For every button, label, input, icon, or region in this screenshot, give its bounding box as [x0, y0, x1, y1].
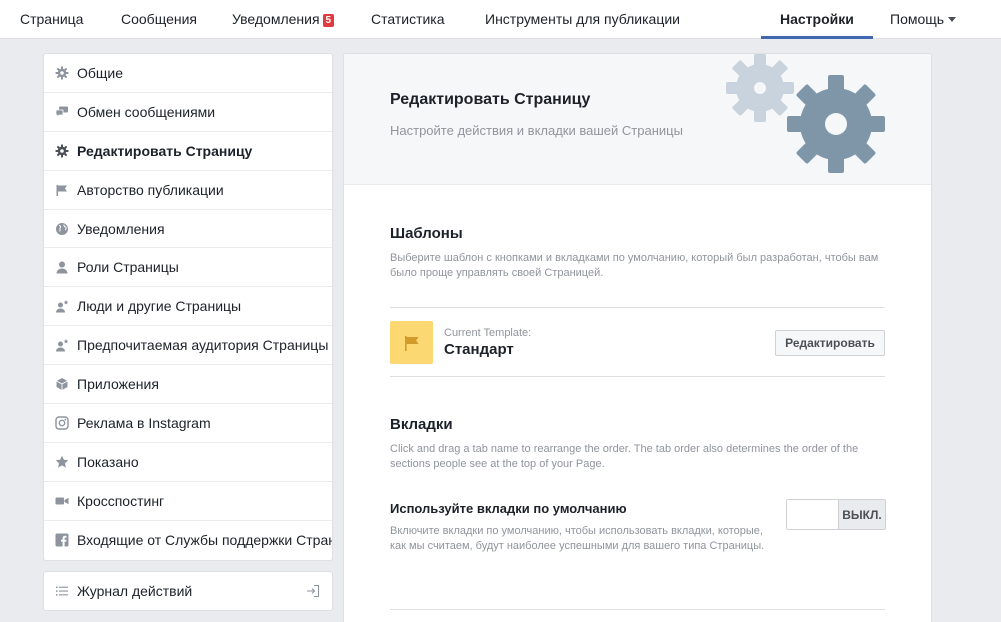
- sidebar-item-edit-page[interactable]: Редактировать Страницу: [44, 132, 332, 171]
- sidebar-item-apps[interactable]: Приложения: [44, 365, 332, 405]
- gear-icon: [55, 66, 69, 80]
- list-icon: [55, 584, 69, 598]
- nav-tab-publishing-tools[interactable]: Инструменты для публикации: [485, 0, 680, 39]
- sidebar-item-messaging[interactable]: Обмен сообщениями: [44, 93, 332, 132]
- sidebar-item-notifications[interactable]: Уведомления: [44, 210, 332, 249]
- sidebar-item-page-support-inbox[interactable]: Входящие от Службы поддержки Страниц: [44, 521, 332, 560]
- nav-tab-page[interactable]: Страница: [20, 0, 83, 39]
- sidebar-item-label: Люди и другие Страницы: [77, 298, 242, 315]
- default-tabs-title: Используйте вкладки по умолчанию: [390, 501, 627, 516]
- nav-tab-label: Настройки: [780, 11, 854, 27]
- person-icon: [55, 260, 69, 274]
- instagram-icon: [55, 416, 69, 430]
- edit-page-panel: Редактировать Страницу Настройте действи…: [343, 53, 932, 622]
- toggle-state-label: ВЫКЛ.: [839, 500, 885, 529]
- sidebar-item-page-attribution[interactable]: Авторство публикации: [44, 171, 332, 210]
- sidebar-item-label: Показано: [77, 453, 139, 470]
- star-icon: [55, 455, 69, 469]
- sidebar-item-general[interactable]: Общие: [44, 54, 332, 93]
- sidebar-item-label: Кросспостинг: [77, 492, 165, 509]
- facebook-icon: [55, 533, 69, 547]
- toggle-knob: [787, 500, 839, 529]
- page-title: Редактировать Страницу: [390, 91, 591, 108]
- nav-tab-label: Уведомления: [232, 11, 320, 27]
- person-star-icon: [55, 299, 69, 313]
- sidebar-item-crossposting[interactable]: Кросспостинг: [44, 482, 332, 521]
- sidebar-item-label: Редактировать Страницу: [77, 142, 253, 159]
- default-tabs-description: Включите вкладки по умолчанию, чтобы исп…: [390, 525, 765, 552]
- open-log-icon[interactable]: [306, 584, 320, 598]
- default-tabs-toggle[interactable]: ВЫКЛ.: [786, 499, 886, 530]
- nav-tab-label: Страница: [20, 11, 84, 27]
- tabs-section-title: Вкладки: [390, 416, 453, 433]
- divider: [390, 609, 885, 610]
- settings-sidebar: Общие Обмен сообщениями Редактировать Ст…: [43, 53, 333, 561]
- chevron-down-icon: [948, 17, 957, 22]
- sidebar-item-instagram-ads[interactable]: Реклама в Instagram: [44, 404, 332, 443]
- template-flag-icon: [390, 321, 433, 364]
- sidebar-item-label: Входящие от Службы поддержки Страниц: [77, 532, 332, 549]
- flag-icon: [55, 183, 69, 197]
- sidebar-item-label: Обмен сообщениями: [77, 103, 216, 120]
- sidebar-item-label: Общие: [77, 64, 124, 81]
- cube-icon: [55, 377, 69, 391]
- video-camera-icon: [55, 494, 69, 508]
- nav-tab-label: Помощь: [890, 11, 945, 27]
- gear-icon: [55, 144, 69, 158]
- page-subtitle: Настройте действия и вкладки вашей Стран…: [390, 123, 683, 138]
- current-template-label: Current Template:: [444, 327, 532, 339]
- templates-section-description: Выберите шаблон с кнопками и вкладками п…: [390, 252, 879, 279]
- nav-tab-settings[interactable]: Настройки: [761, 0, 873, 39]
- nav-tab-label: Инструменты для публикации: [485, 11, 680, 27]
- nav-tab-label: Сообщения: [121, 11, 197, 27]
- notification-count-badge: 5: [322, 14, 335, 27]
- sidebar-item-people-and-pages[interactable]: Люди и другие Страницы: [44, 287, 332, 327]
- gears-icon: [726, 54, 885, 173]
- sidebar-item-label: Предпочитаемая аудитория Страницы: [77, 337, 329, 354]
- sidebar-item-preferred-audience[interactable]: Предпочитаемая аудитория Страницы: [44, 326, 332, 366]
- sidebar-item-activity-log[interactable]: Журнал действий: [44, 572, 332, 610]
- tabs-section-description: Click and drag a tab name to rearrange t…: [390, 443, 859, 470]
- top-navigation: Страница Сообщения Уведомления 5 Статисти…: [0, 0, 1001, 39]
- person-star-icon: [55, 338, 69, 352]
- sidebar-item-label: Реклама в Instagram: [77, 414, 211, 431]
- globe-icon: [55, 222, 69, 236]
- activity-log-panel: Журнал действий: [43, 571, 333, 611]
- sidebar-item-page-roles[interactable]: Роли Страницы: [44, 248, 332, 288]
- nav-tab-insights[interactable]: Статистика: [371, 0, 445, 39]
- divider: [390, 376, 885, 377]
- sidebar-item-label: Уведомления: [77, 220, 165, 237]
- sidebar-item-label: Журнал действий: [77, 583, 193, 599]
- templates-section-title: Шаблоны: [390, 225, 463, 242]
- nav-tab-messages[interactable]: Сообщения: [121, 0, 197, 39]
- nav-tab-label: Статистика: [371, 11, 445, 27]
- nav-tab-notifications[interactable]: Уведомления 5: [232, 0, 335, 39]
- chat-icon: [55, 105, 69, 119]
- panel-header: Редактировать Страницу Настройте действи…: [344, 54, 931, 185]
- edit-template-button[interactable]: Редактировать: [775, 330, 885, 356]
- current-template-value: Стандарт: [444, 341, 514, 358]
- sidebar-item-label: Приложения: [77, 376, 159, 393]
- sidebar-item-label: Авторство публикации: [77, 181, 224, 198]
- nav-tab-help[interactable]: Помощь: [890, 0, 957, 39]
- sidebar-item-label: Роли Страницы: [77, 259, 179, 276]
- divider: [390, 307, 885, 308]
- sidebar-item-featured[interactable]: Показано: [44, 443, 332, 482]
